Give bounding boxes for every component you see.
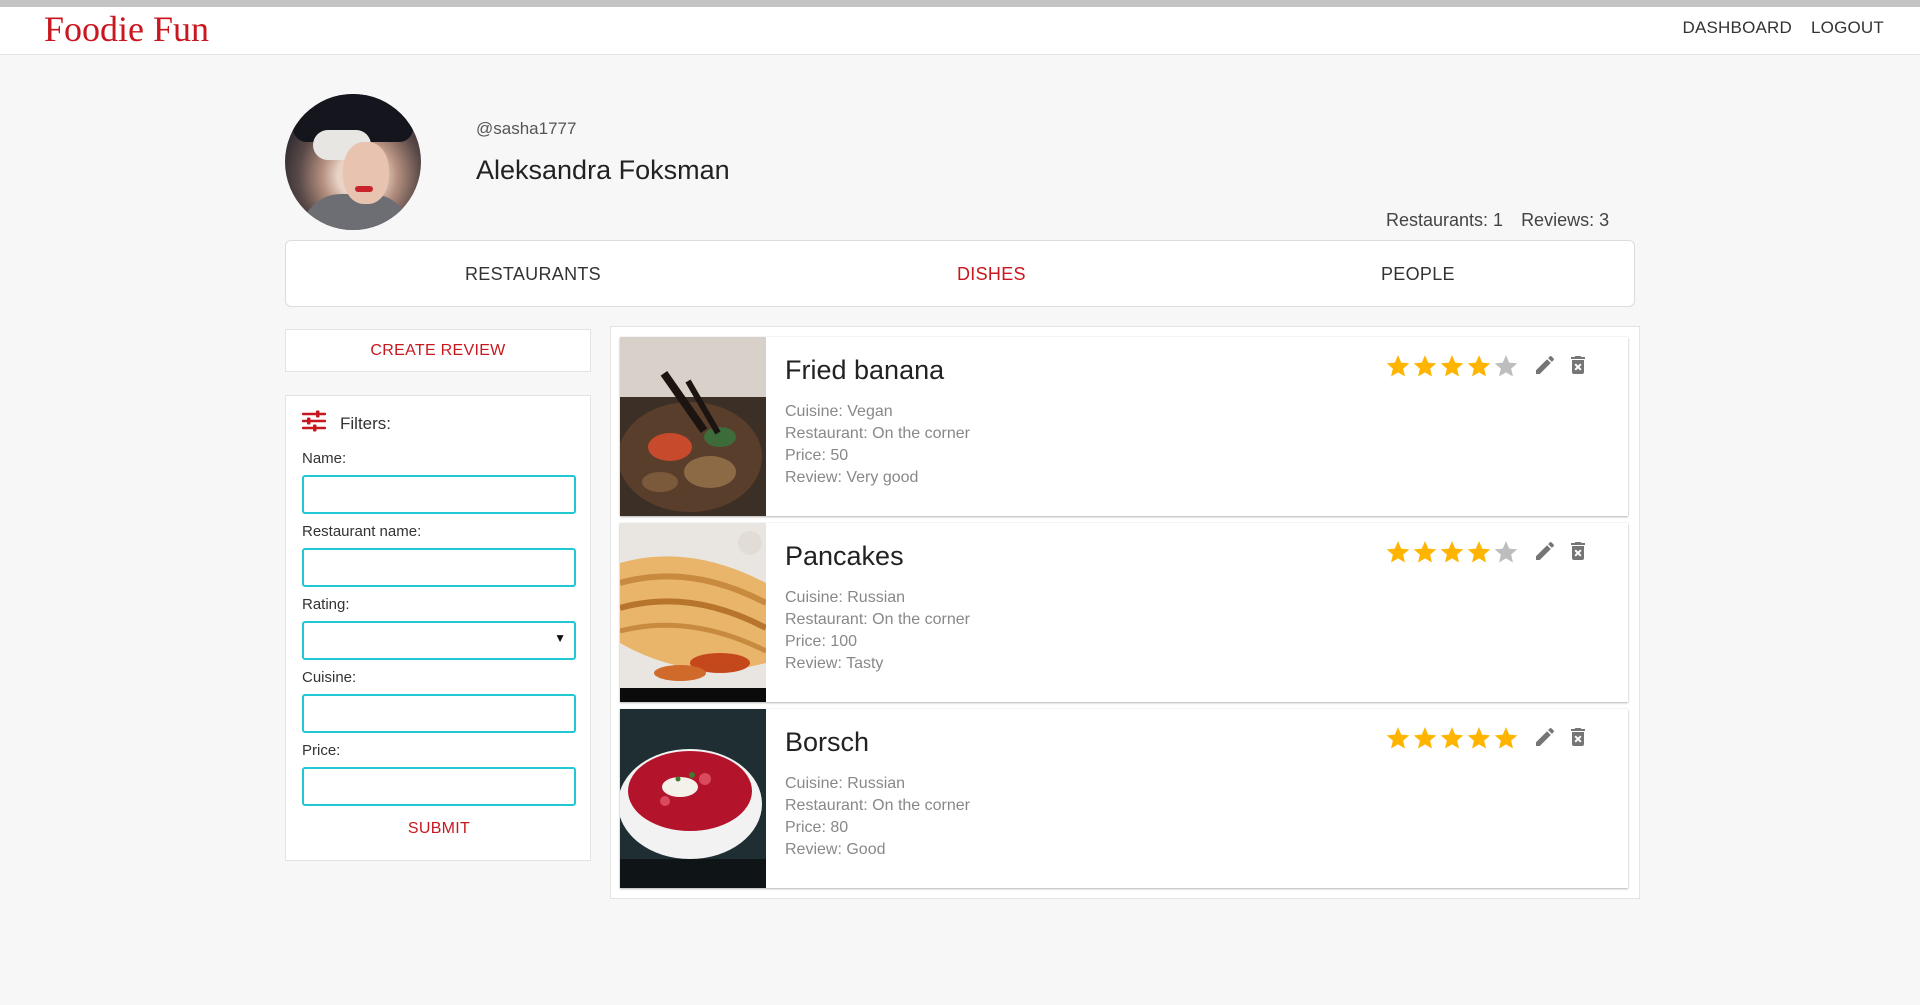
dish-review: Review: Good: [785, 841, 886, 858]
tab-restaurants[interactable]: RESTAURANTS: [465, 264, 601, 285]
star-icon[interactable]: [1412, 539, 1438, 565]
edit-icon[interactable]: [1533, 539, 1557, 563]
dish-cuisine: Cuisine: Russian: [785, 589, 906, 606]
rating-select[interactable]: ▼: [302, 621, 576, 660]
star-icon[interactable]: [1466, 725, 1492, 751]
dish-restaurant: Restaurant: On the corner: [785, 797, 970, 814]
price-label: Price:: [302, 742, 341, 759]
top-accent-bar: [0, 0, 1920, 7]
delete-icon[interactable]: [1566, 353, 1590, 377]
star-icon[interactable]: [1412, 353, 1438, 379]
edit-icon[interactable]: [1533, 353, 1557, 377]
dish-cuisine: Cuisine: Vegan: [785, 403, 893, 420]
star-icon[interactable]: [1412, 725, 1438, 751]
star-icon[interactable]: [1385, 539, 1411, 565]
dish-details: Cuisine: Russian Restaurant: On the corn…: [785, 587, 970, 675]
filters-panel: Filters: Name: Restaurant name: Rating: …: [285, 395, 591, 861]
restaurant-name-label: Restaurant name:: [302, 523, 422, 540]
dish-rating: [1385, 353, 1519, 379]
dish-name: Pancakes: [785, 541, 904, 571]
dish-restaurant: Restaurant: On the corner: [785, 425, 970, 442]
star-icon[interactable]: [1493, 353, 1519, 379]
star-icon[interactable]: [1385, 353, 1411, 379]
tab-dishes[interactable]: DISHES: [957, 264, 1026, 285]
filters-title: Filters:: [340, 413, 391, 433]
star-icon[interactable]: [1439, 539, 1465, 565]
dish-details: Cuisine: Vegan Restaurant: On the corner…: [785, 401, 970, 489]
cuisine-input[interactable]: [302, 694, 576, 733]
create-review-button[interactable]: CREATE REVIEW: [285, 329, 591, 372]
dish-card: Pancakes Cuisine: Russian Restaurant: On…: [620, 523, 1628, 702]
profile-tabs: RESTAURANTS DISHES PEOPLE: [285, 240, 1635, 307]
star-icon[interactable]: [1493, 725, 1519, 751]
filters-header: Filters:: [301, 410, 391, 437]
dish-image: [620, 337, 766, 516]
restaurant-name-input[interactable]: [302, 548, 576, 587]
dish-rating: [1385, 539, 1519, 565]
dashboard-link[interactable]: DASHBOARD: [1683, 18, 1793, 38]
dish-details: Cuisine: Russian Restaurant: On the corn…: [785, 773, 970, 861]
delete-icon[interactable]: [1566, 539, 1590, 563]
dish-image: [620, 709, 766, 888]
delete-icon[interactable]: [1566, 725, 1590, 749]
dish-restaurant: Restaurant: On the corner: [785, 611, 970, 628]
navbar: Foodie Fun DASHBOARD LOGOUT: [0, 7, 1920, 55]
dish-name: Fried banana: [785, 355, 945, 385]
star-icon[interactable]: [1439, 725, 1465, 751]
submit-button[interactable]: SUBMIT: [286, 820, 592, 838]
dish-price: Price: 80: [785, 819, 849, 836]
dish-card: Fried banana Cuisine: Vegan Restaurant: …: [620, 337, 1628, 516]
nav-links: DASHBOARD LOGOUT: [1683, 18, 1885, 38]
tab-people[interactable]: PEOPLE: [1381, 264, 1455, 285]
dish-review: Review: Tasty: [785, 655, 884, 672]
name-input[interactable]: [302, 475, 576, 514]
logout-link[interactable]: LOGOUT: [1811, 18, 1884, 38]
edit-icon[interactable]: [1533, 725, 1557, 749]
reviews-count: Reviews: 3: [1521, 210, 1610, 230]
restaurants-count: Restaurants: 1: [1386, 210, 1504, 230]
caret-down-icon: ▼: [554, 631, 566, 645]
star-icon[interactable]: [1493, 539, 1519, 565]
dish-image: [620, 523, 766, 702]
dish-review: Review: Very good: [785, 469, 919, 486]
dish-price: Price: 50: [785, 447, 849, 464]
star-icon[interactable]: [1439, 353, 1465, 379]
star-icon[interactable]: [1466, 539, 1492, 565]
rating-label: Rating:: [302, 596, 350, 613]
price-input[interactable]: [302, 767, 576, 806]
cuisine-label: Cuisine:: [302, 669, 357, 686]
profile-username: @sasha1777: [476, 119, 577, 138]
star-icon[interactable]: [1385, 725, 1411, 751]
name-label: Name:: [302, 450, 347, 467]
star-icon[interactable]: [1466, 353, 1492, 379]
dish-rating: [1385, 725, 1519, 751]
profile-stats: Restaurants: 1 Reviews: 3: [1386, 210, 1609, 231]
dishes-list: Fried banana Cuisine: Vegan Restaurant: …: [610, 326, 1640, 899]
brand-logo[interactable]: Foodie Fun: [44, 8, 209, 50]
dish-name: Borsch: [785, 727, 870, 757]
dish-card: Borsch Cuisine: Russian Restaurant: On t…: [620, 709, 1628, 888]
profile-full-name: Aleksandra Foksman: [476, 155, 730, 185]
avatar: [285, 94, 421, 230]
tune-icon: [301, 410, 327, 437]
dish-price: Price: 100: [785, 633, 858, 650]
dish-cuisine: Cuisine: Russian: [785, 775, 906, 792]
